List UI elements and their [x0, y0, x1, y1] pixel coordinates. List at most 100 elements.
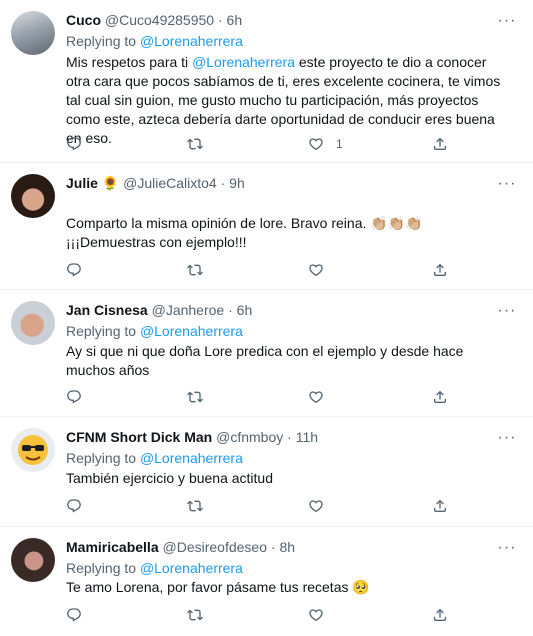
- share-button[interactable]: [432, 606, 448, 624]
- heart-icon: [308, 389, 324, 405]
- retweet-button[interactable]: [187, 606, 203, 624]
- like-button[interactable]: [308, 388, 324, 406]
- reply-button[interactable]: [66, 388, 82, 406]
- reply-icon: [66, 607, 82, 623]
- tweet-text: Te amo Lorena, por favor pásame tus rece…: [66, 579, 370, 595]
- tweet[interactable]: CFNM Short Dick Man @cfnmboy · 11h ··· R…: [0, 417, 533, 527]
- author-handle[interactable]: @JulieCalixto4: [123, 175, 217, 191]
- author-name[interactable]: Mamiricabella: [66, 539, 159, 555]
- retweet-button[interactable]: [187, 497, 203, 515]
- tweet-text: También ejercicio y buena actitud: [66, 470, 274, 486]
- tweet-time[interactable]: 9h: [229, 175, 245, 191]
- tweet-actions: 1: [66, 135, 466, 155]
- separator-dot: ·: [287, 429, 292, 445]
- retweet-button[interactable]: [187, 261, 203, 279]
- heart-icon: [308, 607, 324, 623]
- replying-mention-link[interactable]: @Lorenaherrera: [140, 560, 243, 576]
- like-button[interactable]: [308, 606, 324, 624]
- replying-label: Replying to: [66, 323, 137, 339]
- tweet-actions: [66, 497, 466, 517]
- tweet[interactable]: Cuco @Cuco49285950 · 6h ··· Replying to …: [0, 0, 533, 163]
- like-button[interactable]: [308, 261, 324, 279]
- tweet[interactable]: Julie 🌻 @JulieCalixto4 · 9h ··· Comparto…: [0, 163, 533, 290]
- tweet-actions: [66, 261, 466, 281]
- share-icon: [432, 607, 448, 623]
- replying-label: Replying to: [66, 560, 137, 576]
- author-handle[interactable]: @Cuco49285950: [105, 12, 214, 28]
- author-name[interactable]: Cuco: [66, 12, 101, 28]
- tweet-time[interactable]: 6h: [227, 12, 243, 28]
- tweet-time[interactable]: 11h: [296, 429, 318, 445]
- share-button[interactable]: [432, 261, 448, 279]
- avatar[interactable]: [11, 538, 55, 582]
- avatar[interactable]: [11, 301, 55, 345]
- retweet-icon: [187, 262, 203, 278]
- reply-button[interactable]: [66, 497, 82, 515]
- heart-icon: [308, 498, 324, 514]
- reply-icon: [66, 498, 82, 514]
- separator-dot: ·: [220, 175, 226, 191]
- heart-icon: [308, 136, 324, 152]
- author-name[interactable]: Jan Cisnesa: [66, 302, 148, 318]
- replying-to: Replying to @Lorenaherrera: [66, 32, 243, 50]
- tweet-text: Ay si que ni que doña Lore predica con e…: [66, 343, 464, 378]
- author-handle[interactable]: @Desireofdeseo: [163, 539, 268, 555]
- avatar[interactable]: [11, 11, 55, 55]
- author-name-emoji: 🌻: [101, 175, 120, 191]
- author-handle[interactable]: @Janheroe: [152, 302, 225, 318]
- tweet-text: Comparto la misma opinión de lore. Bravo…: [66, 215, 423, 250]
- replying-mention-link[interactable]: @Lorenaherrera: [140, 323, 243, 339]
- retweet-icon: [187, 389, 203, 405]
- share-icon: [432, 262, 448, 278]
- tweet-mention-link[interactable]: @Lorenaherrera: [192, 54, 295, 70]
- tweet-header: Jan Cisnesa @Janheroe · 6h: [66, 301, 252, 319]
- share-icon: [432, 389, 448, 405]
- replying-label: Replying to: [66, 450, 137, 466]
- separator-dot: ·: [228, 302, 233, 318]
- reply-icon: [66, 136, 82, 152]
- like-button[interactable]: 1: [308, 135, 343, 153]
- share-button[interactable]: [432, 497, 448, 515]
- separator-dot: ·: [270, 539, 276, 555]
- sunglasses-emoji-avatar-icon: [18, 435, 48, 465]
- more-options-icon[interactable]: ···: [497, 176, 517, 197]
- reply-button[interactable]: [66, 135, 82, 153]
- replying-mention-link[interactable]: @Lorenaherrera: [140, 450, 243, 466]
- tweet-time[interactable]: 8h: [279, 539, 295, 555]
- retweet-button[interactable]: [187, 388, 203, 406]
- author-name[interactable]: CFNM Short Dick Man: [66, 429, 212, 445]
- separator-dot: ·: [217, 12, 223, 28]
- replying-to: Replying to @Lorenaherrera: [66, 322, 243, 340]
- tweet-actions: [66, 606, 466, 626]
- like-button[interactable]: [308, 497, 324, 515]
- tweet-header: Julie 🌻 @JulieCalixto4 · 9h: [66, 174, 245, 192]
- tweet-text: Mis respetos para ti @Lorenaherrera este…: [66, 53, 511, 148]
- replying-to: Replying to @Lorenaherrera: [66, 449, 243, 467]
- tweet[interactable]: Mamiricabella @Desireofdeseo · 8h ··· Re…: [0, 527, 533, 636]
- tweet-text-part: Mis respetos para ti: [66, 54, 193, 70]
- reply-button[interactable]: [66, 261, 82, 279]
- share-button[interactable]: [432, 135, 448, 153]
- share-button[interactable]: [432, 388, 448, 406]
- tweet[interactable]: Jan Cisnesa @Janheroe · 6h ··· Replying …: [0, 290, 533, 417]
- more-options-icon[interactable]: ···: [497, 430, 517, 451]
- retweet-icon: [187, 607, 203, 623]
- replying-mention-link[interactable]: @Lorenaherrera: [140, 33, 243, 49]
- reply-button[interactable]: [66, 606, 82, 624]
- more-options-icon[interactable]: ···: [497, 540, 517, 561]
- avatar[interactable]: [11, 174, 55, 218]
- author-name[interactable]: Julie: [66, 175, 98, 191]
- reply-icon: [66, 262, 82, 278]
- author-handle[interactable]: @cfnmboy: [216, 429, 283, 445]
- replying-label: Replying to: [66, 33, 137, 49]
- retweet-button[interactable]: [187, 135, 203, 153]
- share-icon: [432, 498, 448, 514]
- more-options-icon[interactable]: ···: [497, 303, 517, 324]
- heart-icon: [308, 262, 324, 278]
- reply-icon: [66, 389, 82, 405]
- tweet-time[interactable]: 6h: [237, 302, 253, 318]
- avatar[interactable]: [11, 428, 55, 472]
- retweet-icon: [187, 498, 203, 514]
- like-count: 1: [336, 137, 343, 151]
- more-options-icon[interactable]: ···: [497, 13, 517, 34]
